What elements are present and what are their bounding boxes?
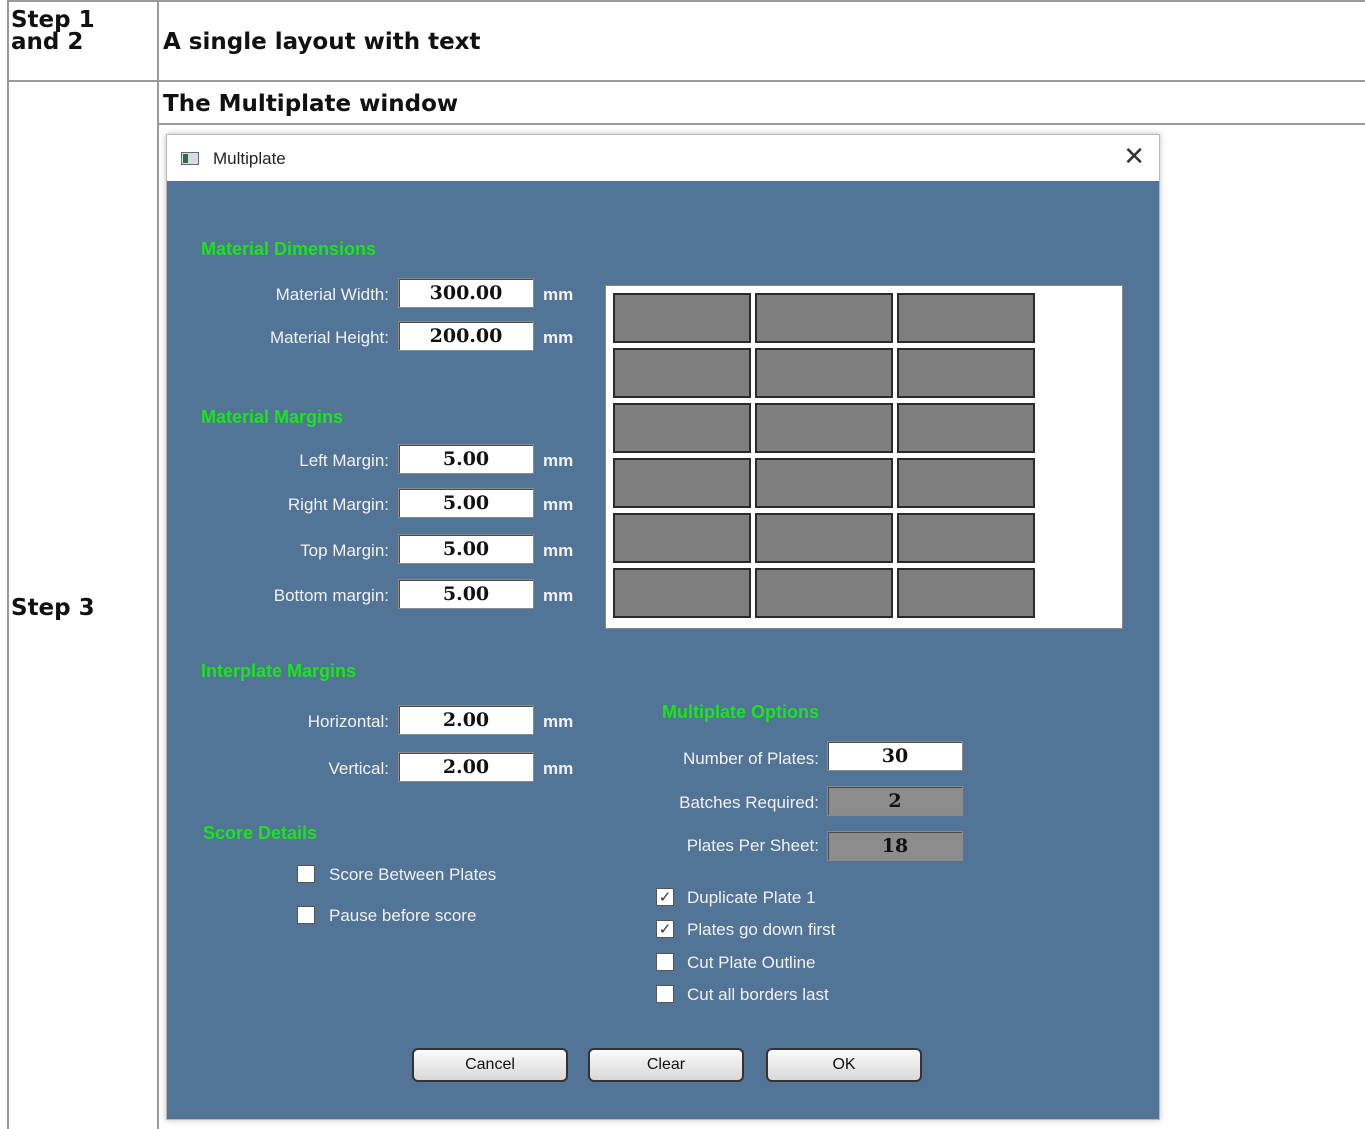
cut-borders-last-checkbox[interactable] <box>656 985 674 1003</box>
score-details-heading: Score Details <box>203 823 318 843</box>
preview-plate <box>755 293 893 343</box>
table-border-top <box>7 0 1365 2</box>
preview-plate <box>755 513 893 563</box>
table-row-divider <box>7 80 1365 82</box>
material-height-label: Material Height: <box>269 328 389 347</box>
horizontal-label: Horizontal: <box>307 712 389 731</box>
right-margin-field[interactable]: 5.00 <box>398 488 534 518</box>
number-of-plates-label: Number of Plates: <box>682 749 819 768</box>
dialog-body: Material Dimensions Material Width: 300.… <box>167 181 1159 1119</box>
cut-plate-outline-label: Cut Plate Outline <box>687 953 816 972</box>
top-margin-unit: mm <box>543 541 574 560</box>
layout-preview <box>605 285 1123 629</box>
score-between-plates-label: Score Between Plates <box>329 865 497 884</box>
preview-plate <box>613 458 751 508</box>
material-width-field[interactable]: 300.00 <box>398 278 534 308</box>
preview-plate <box>897 458 1035 508</box>
material-width-label: Material Width: <box>275 285 389 304</box>
multiplate-options-heading: Multiplate Options <box>662 702 819 722</box>
plates-per-sheet-field: 18 <box>827 831 963 861</box>
preview-plate <box>613 513 751 563</box>
app-window-icon <box>181 152 199 165</box>
bottom-margin-field[interactable]: 5.00 <box>398 579 534 609</box>
duplicate-plate-label: Duplicate Plate 1 <box>687 888 816 907</box>
batches-required-label: Batches Required: <box>679 793 819 812</box>
table-border-left <box>7 0 9 1129</box>
pause-before-score-label: Pause before score <box>329 906 477 925</box>
score-between-plates-checkbox[interactable] <box>297 865 315 883</box>
bottom-margin-unit: mm <box>543 586 574 605</box>
preview-plate <box>613 568 751 618</box>
preview-plate <box>755 348 893 398</box>
preview-plate <box>755 568 893 618</box>
preview-plate <box>613 403 751 453</box>
multiplate-window: Multiplate ✕ Material Dimensions Materia… <box>166 134 1160 1120</box>
preview-plate <box>755 403 893 453</box>
material-margins-heading: Material Margins <box>201 407 344 427</box>
close-icon[interactable]: ✕ <box>1123 143 1145 171</box>
preview-plate <box>613 293 751 343</box>
step-1-2-label: Step 1 and 2 <box>11 7 95 55</box>
plates-down-first-checkbox[interactable]: ✓ <box>656 920 674 938</box>
top-margin-field[interactable]: 5.00 <box>398 534 534 564</box>
table-column-divider <box>157 0 159 1129</box>
preview-plate <box>897 568 1035 618</box>
multiplate-window-heading: The Multiplate window <box>163 91 459 117</box>
duplicate-plate-checkbox[interactable]: ✓ <box>656 888 674 906</box>
title-bar[interactable]: Multiplate ✕ <box>167 135 1159 181</box>
horizontal-unit: mm <box>543 712 574 731</box>
vertical-unit: mm <box>543 759 574 778</box>
bottom-margin-label: Bottom margin: <box>273 586 389 605</box>
row1-content: A single layout with text <box>163 29 481 55</box>
horizontal-field[interactable]: 2.00 <box>398 705 534 735</box>
material-width-unit: mm <box>543 285 574 304</box>
preview-plate <box>897 348 1035 398</box>
plates-down-first-label: Plates go down first <box>687 920 836 939</box>
preview-plate <box>755 458 893 508</box>
cancel-button[interactable]: Cancel <box>412 1048 568 1082</box>
table-subheader-divider <box>157 123 1365 125</box>
plates-per-sheet-label: Plates Per Sheet: <box>686 836 819 855</box>
left-margin-unit: mm <box>543 451 574 470</box>
material-height-field[interactable]: 200.00 <box>398 321 534 351</box>
batches-required-field: 2 <box>827 786 963 816</box>
cut-borders-last-label: Cut all borders last <box>687 985 829 1004</box>
preview-plate <box>897 513 1035 563</box>
clear-button[interactable]: Clear <box>588 1048 744 1082</box>
material-height-unit: mm <box>543 328 574 347</box>
left-margin-label: Left Margin: <box>299 451 389 470</box>
pause-before-score-checkbox[interactable] <box>297 906 315 924</box>
preview-plate <box>897 293 1035 343</box>
top-margin-label: Top Margin: <box>300 541 389 560</box>
preview-plate <box>897 403 1035 453</box>
number-of-plates-field[interactable]: 30 <box>827 741 963 771</box>
step-3-label: Step 3 <box>11 595 95 621</box>
ok-button[interactable]: OK <box>766 1048 922 1082</box>
vertical-field[interactable]: 2.00 <box>398 752 534 782</box>
interplate-margins-heading: Interplate Margins <box>201 661 357 681</box>
right-margin-label: Right Margin: <box>287 495 389 514</box>
preview-plate <box>613 348 751 398</box>
left-margin-field[interactable]: 5.00 <box>398 444 534 474</box>
material-dimensions-heading: Material Dimensions <box>201 239 377 259</box>
vertical-label: Vertical: <box>328 759 389 778</box>
window-title: Multiplate <box>213 149 286 168</box>
cut-plate-outline-checkbox[interactable] <box>656 953 674 971</box>
right-margin-unit: mm <box>543 495 574 514</box>
